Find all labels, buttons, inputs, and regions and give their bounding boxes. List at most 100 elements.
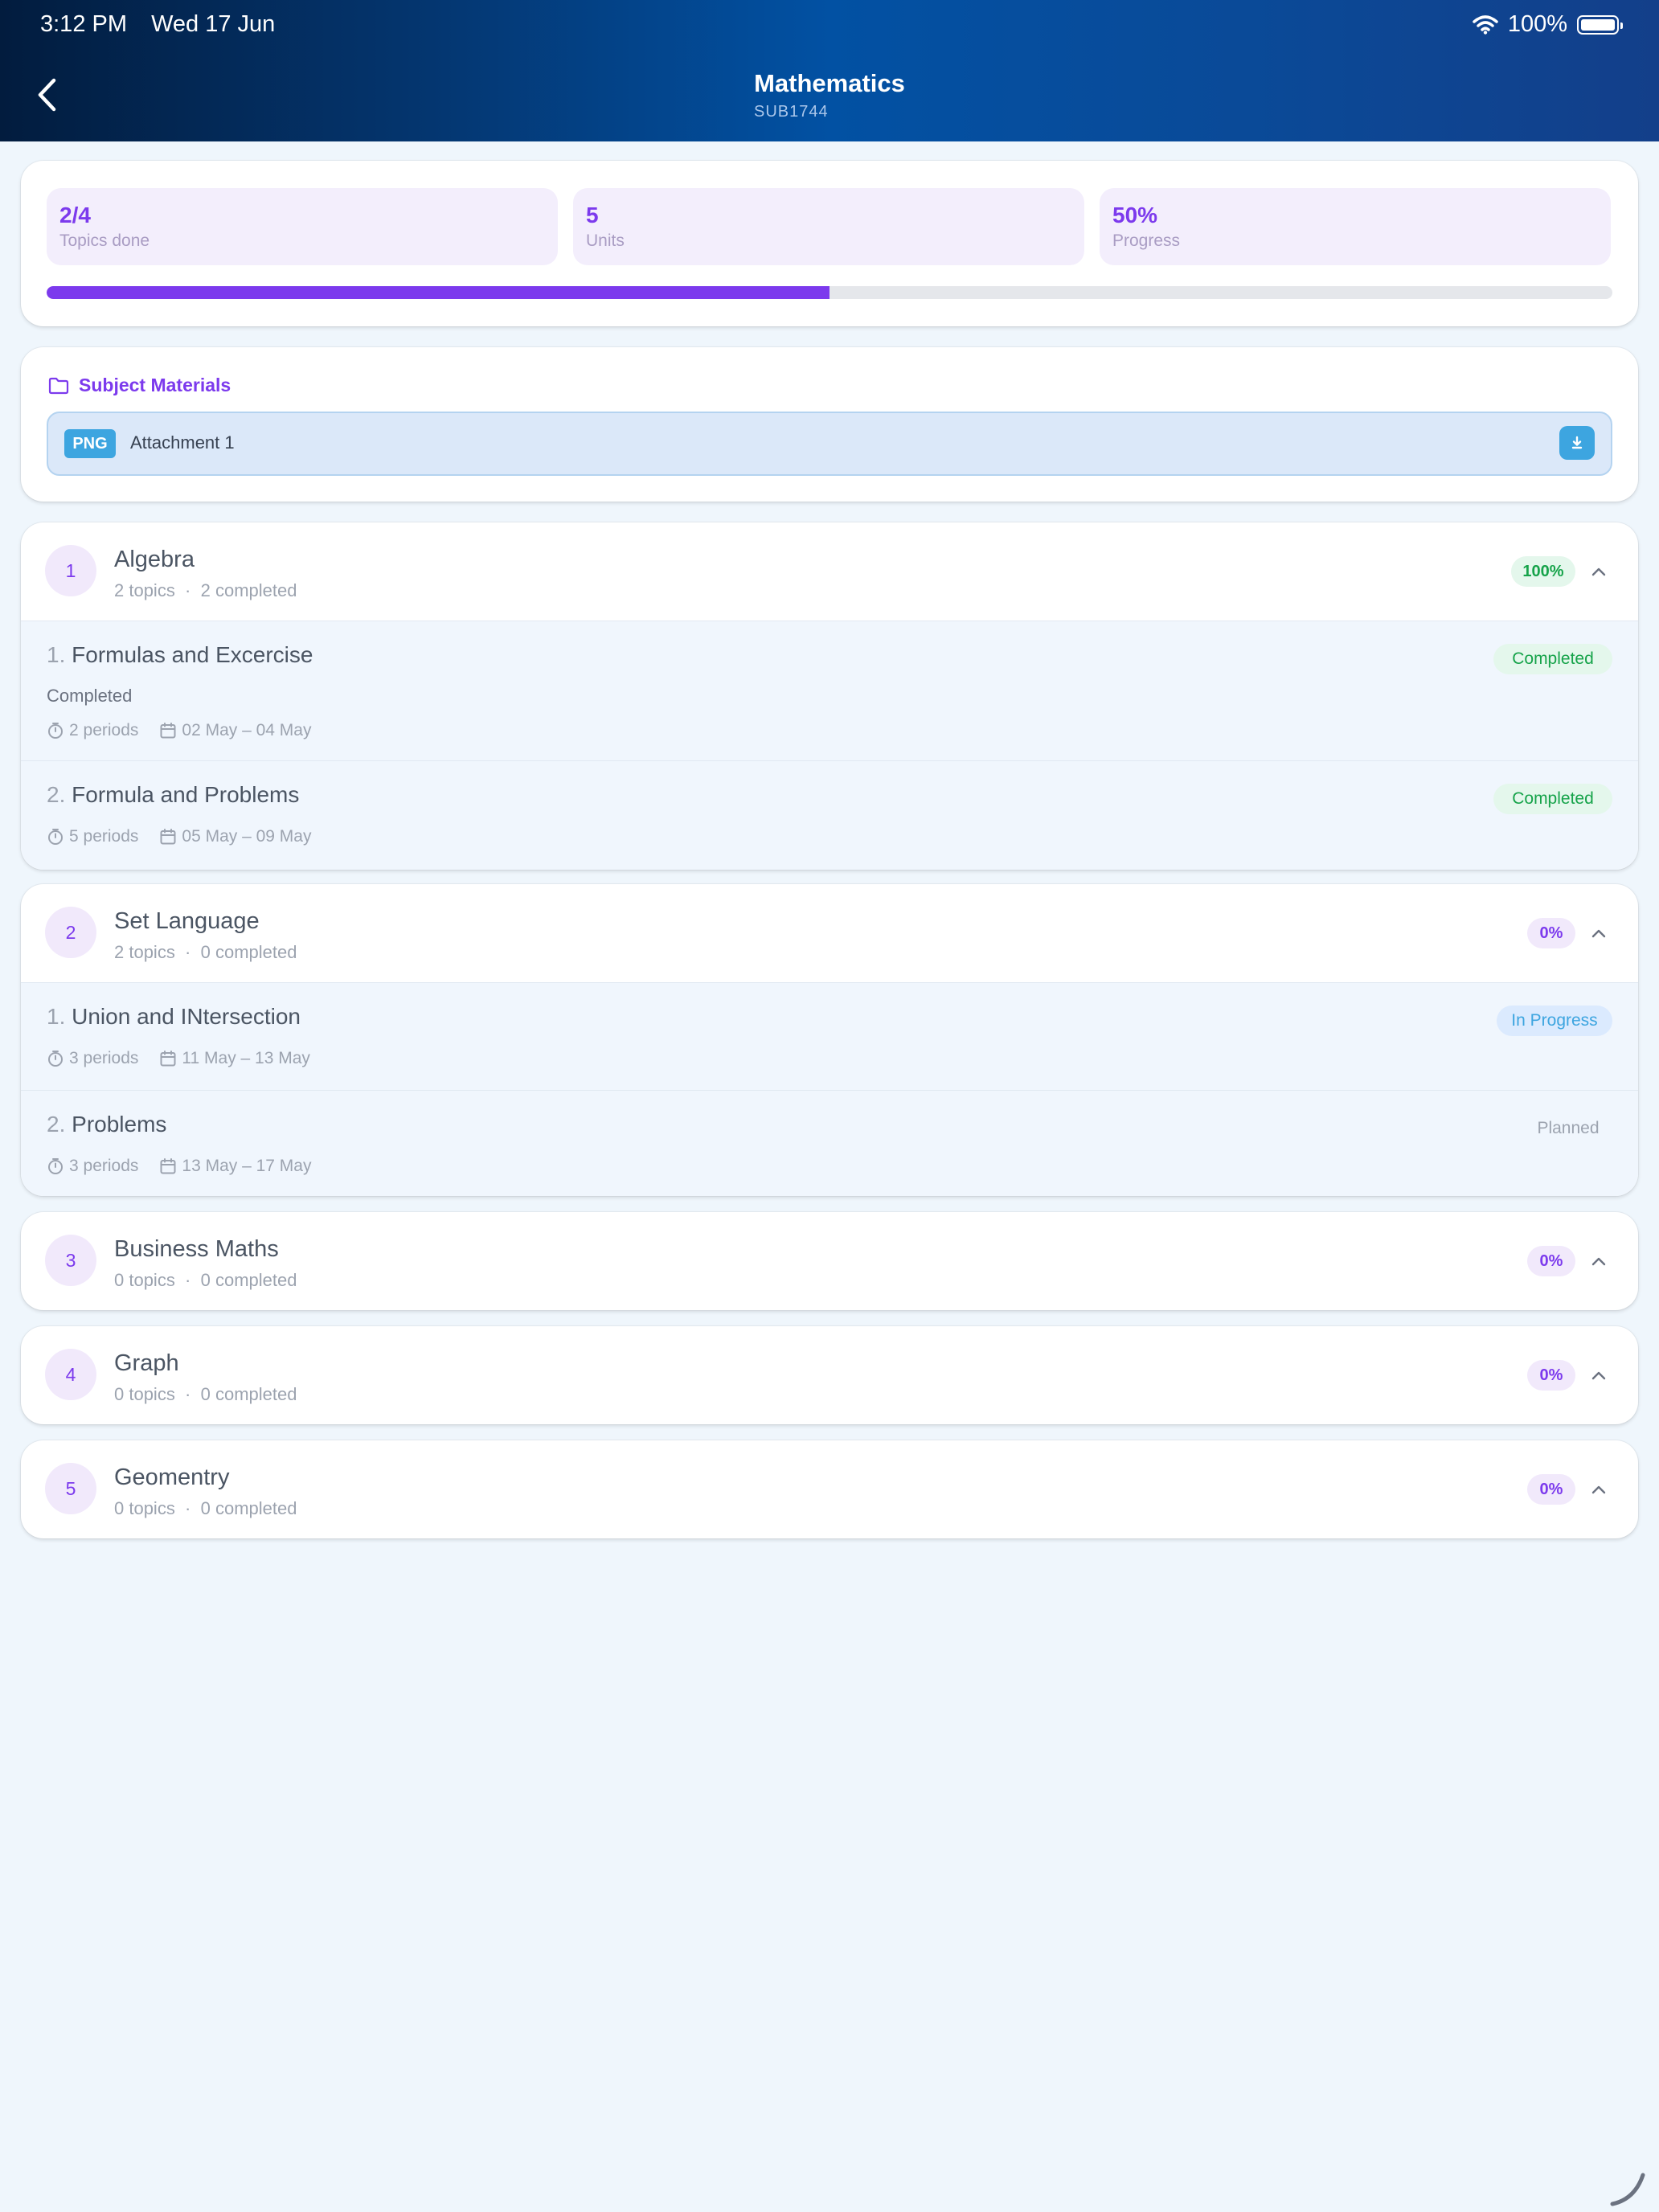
topic-periods: 3 periods — [69, 1049, 139, 1067]
summary-card: 2/4 Topics done 5 Units 50% Progress — [21, 161, 1638, 326]
attachment-item[interactable]: PNG Attachment 1 — [47, 412, 1612, 476]
unit-topic-count: 0 topics — [114, 1270, 175, 1290]
stat-progress: 50% Progress — [1100, 188, 1611, 265]
chevron-up-icon[interactable] — [1590, 563, 1608, 580]
topic-title: 2. Formula and Problems — [47, 782, 299, 808]
unit-percent-badge: 0% — [1527, 1474, 1575, 1505]
unit-header[interactable]: 4 Graph 0 topics · 0 completed 0% — [21, 1326, 1638, 1423]
unit-completed-count: 2 completed — [200, 580, 297, 600]
resize-corner-icon — [1610, 2173, 1645, 2206]
status-bar-right: 100% — [1473, 11, 1623, 38]
timer-icon — [48, 1051, 63, 1067]
unit-meta: 2 topics · 0 completed — [114, 942, 297, 962]
unit-card-business-maths: 3 Business Maths 0 topics · 0 completed … — [21, 1212, 1638, 1310]
topic-name: Problems — [72, 1112, 167, 1137]
unit-card-algebra: 1 Algebra 2 topics · 2 completed 100% 1.… — [21, 522, 1638, 870]
unit-topic-count: 0 topics — [114, 1498, 175, 1518]
stat-value: 2/4 — [59, 203, 91, 227]
status-bar-left: 3:12 PM Wed 17 Jun — [40, 11, 293, 38]
status-badge: Planned — [1537, 1119, 1600, 1137]
stat-label: Progress — [1112, 231, 1181, 250]
chevron-up-icon[interactable] — [1590, 924, 1608, 942]
unit-header[interactable]: 3 Business Maths 0 topics · 0 completed … — [21, 1212, 1638, 1309]
topic-meta: 3 periods 11 May – 13 May — [47, 1049, 331, 1068]
materials-header: Subject Materials — [48, 375, 231, 396]
unit-name: Set Language — [114, 908, 260, 934]
status-badge: In Progress — [1497, 1006, 1612, 1036]
unit-meta: 0 topics · 0 completed — [114, 1498, 297, 1518]
unit-card-set-language: 2 Set Language 2 topics · 0 completed 0%… — [21, 884, 1638, 1196]
chevron-up-icon[interactable] — [1590, 1481, 1608, 1498]
topic-item[interactable]: 2. Problems Planned 3 periods 13 May – 1… — [21, 1090, 1638, 1196]
unit-name: Graph — [114, 1350, 179, 1376]
topic-title: 1. Formulas and Excercise — [47, 642, 313, 668]
unit-completed-count: 0 completed — [200, 942, 297, 962]
unit-completed-count: 0 completed — [200, 1270, 297, 1290]
topic-periods: 3 periods — [69, 1157, 139, 1175]
topic-dates: 05 May – 09 May — [182, 827, 312, 846]
unit-topic-count: 2 topics — [114, 942, 175, 962]
topic-dates: 13 May – 17 May — [182, 1157, 312, 1175]
unit-card-graph: 4 Graph 0 topics · 0 completed 0% — [21, 1326, 1638, 1424]
topic-item[interactable]: 1. Union and INtersection In Progress 3 … — [21, 982, 1638, 1090]
topic-note: Completed — [47, 686, 133, 706]
timer-icon — [48, 723, 63, 739]
unit-topic-count: 2 topics — [114, 580, 175, 600]
stat-value: 50% — [1112, 203, 1158, 227]
unit-card-geomentry: 5 Geomentry 0 topics · 0 completed 0% — [21, 1440, 1638, 1538]
unit-meta: 0 topics · 0 completed — [114, 1270, 297, 1290]
stat-units: 5 Units — [573, 188, 1084, 265]
unit-number: 3 — [45, 1235, 96, 1286]
download-icon — [1571, 436, 1583, 449]
chevron-up-icon[interactable] — [1590, 1366, 1608, 1384]
unit-name: Geomentry — [114, 1464, 230, 1490]
unit-meta: 2 topics · 2 completed — [114, 580, 297, 600]
unit-percent-badge: 0% — [1527, 1246, 1575, 1276]
progress-bar-fill — [47, 286, 830, 299]
topic-meta: 3 periods 13 May – 17 May — [47, 1157, 332, 1176]
unit-completed-count: 0 completed — [200, 1384, 297, 1404]
unit-name: Business Maths — [114, 1236, 279, 1262]
status-time: 3:12 PM — [40, 11, 127, 37]
topic-index: 2. — [47, 1112, 66, 1137]
topic-title: 1. Union and INtersection — [47, 1004, 301, 1030]
folder-icon — [48, 377, 69, 394]
unit-topic-count: 0 topics — [114, 1384, 175, 1404]
unit-number: 4 — [45, 1349, 96, 1400]
timer-icon — [48, 1158, 63, 1174]
unit-header[interactable]: 2 Set Language 2 topics · 0 completed 0% — [21, 884, 1638, 981]
topic-periods: 2 periods — [69, 721, 139, 739]
topic-index: 2. — [47, 782, 66, 807]
topic-periods: 5 periods — [69, 827, 139, 846]
stat-label: Units — [586, 231, 625, 250]
download-button[interactable] — [1559, 426, 1595, 460]
subject-code: SUB1744 — [754, 103, 829, 121]
topic-index: 1. — [47, 642, 66, 667]
unit-header[interactable]: 1 Algebra 2 topics · 2 completed 100% — [21, 522, 1638, 619]
wifi-icon — [1473, 14, 1498, 35]
file-type-badge: PNG — [64, 429, 116, 458]
unit-number: 2 — [45, 907, 96, 958]
unit-percent-badge: 0% — [1527, 918, 1575, 948]
unit-header[interactable]: 5 Geomentry 0 topics · 0 completed 0% — [21, 1440, 1638, 1537]
status-badge: Completed — [1493, 784, 1612, 814]
materials-title: Subject Materials — [79, 375, 231, 395]
topic-index: 1. — [47, 1004, 66, 1029]
unit-number: 5 — [45, 1463, 96, 1514]
calendar-icon — [160, 1158, 176, 1174]
chevron-up-icon[interactable] — [1590, 1252, 1608, 1270]
topic-title: 2. Problems — [47, 1112, 166, 1137]
battery-icon — [1577, 14, 1623, 35]
topic-dates: 02 May – 04 May — [182, 721, 312, 739]
topic-item[interactable]: 2. Formula and Problems Completed 5 peri… — [21, 760, 1638, 870]
status-date: Wed 17 Jun — [151, 11, 276, 37]
attachment-name: Attachment 1 — [130, 432, 235, 453]
topic-dates: 11 May – 13 May — [182, 1049, 310, 1067]
topic-meta: 5 periods 05 May – 09 May — [47, 827, 332, 846]
unit-name: Algebra — [114, 547, 195, 572]
materials-card: Subject Materials PNG Attachment 1 — [21, 347, 1638, 502]
topic-item[interactable]: 1. Formulas and Excercise Completed Comp… — [21, 621, 1638, 760]
progress-bar — [47, 286, 1612, 299]
unit-percent-badge: 100% — [1511, 556, 1575, 587]
unit-completed-count: 0 completed — [200, 1498, 297, 1518]
